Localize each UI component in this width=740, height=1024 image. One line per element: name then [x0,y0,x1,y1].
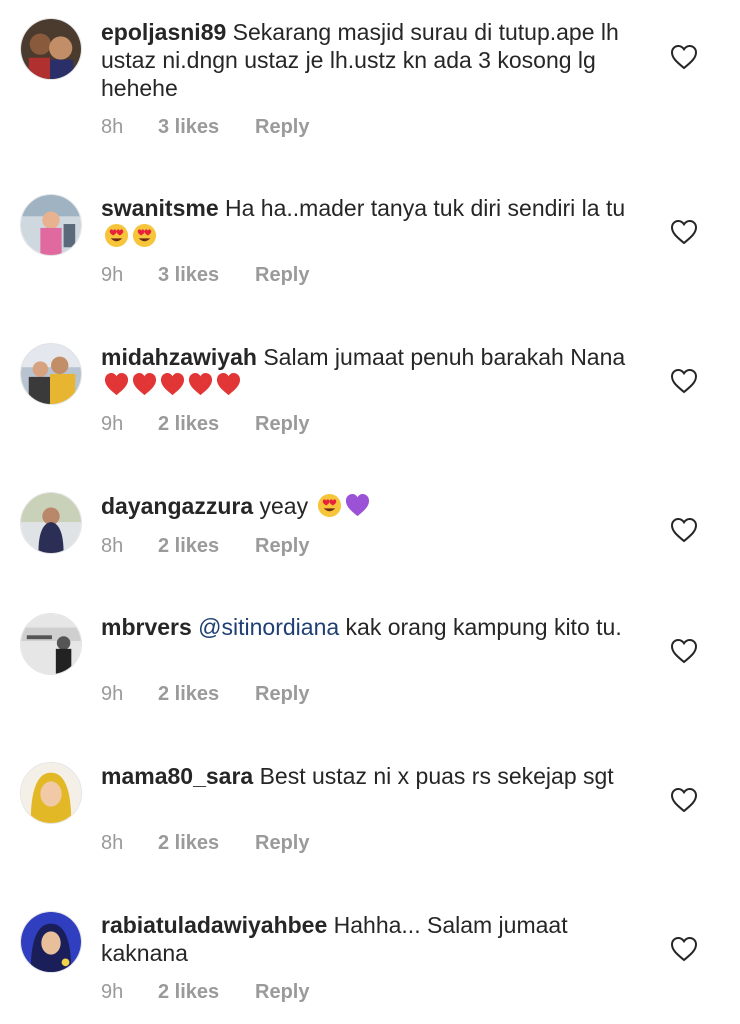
mention-link[interactable]: @sitinordiana [198,614,339,640]
avatar[interactable] [20,762,82,824]
username[interactable]: swanitsme [101,195,219,221]
comment-text: mbrvers @sitinordiana kak orang kampung … [101,613,631,641]
likes-count[interactable]: 2 likes [158,413,255,436]
username[interactable]: mama80_sara [101,763,253,789]
comment-meta: 9h 2 likes Reply [101,683,309,706]
avatar[interactable] [20,911,82,973]
likes-count[interactable]: 3 likes [158,116,255,139]
timestamp: 9h [101,413,124,435]
heart-outline-icon[interactable] [670,44,698,70]
comment-meta: 9h 2 likes Reply [101,413,309,436]
comment-text: rabiatuladawiyahbee Hahha... Salam jumaa… [101,911,631,967]
comment-body: yeay [259,493,309,519]
comment-meta: 8h 3 likes Reply [101,116,309,139]
reply-button[interactable]: Reply [255,535,309,558]
red-heart-emoji [132,372,157,396]
timestamp: 8h [101,116,124,138]
username[interactable]: rabiatuladawiyahbee [101,912,327,938]
likes-count[interactable]: 2 likes [158,832,255,855]
heart-outline-icon[interactable] [670,638,698,664]
reply-button[interactable]: Reply [255,832,309,855]
reply-button[interactable]: Reply [255,413,309,436]
avatar[interactable] [20,18,82,80]
avatar[interactable] [20,343,82,405]
heart-outline-icon[interactable] [670,219,698,245]
red-heart-emoji [216,372,241,396]
heart-eyes-emoji [318,493,342,518]
comment-meta: 8h 2 likes Reply [101,832,309,855]
avatar[interactable] [20,613,82,675]
heart-outline-icon[interactable] [670,936,698,962]
red-heart-emoji [104,372,129,396]
comment-body: Salam jumaat penuh barakah Nana [263,344,626,370]
timestamp: 8h [101,535,124,557]
reply-button[interactable]: Reply [255,116,309,139]
likes-count[interactable]: 3 likes [158,264,255,287]
timestamp: 9h [101,683,124,705]
heart-outline-icon[interactable] [670,787,698,813]
reply-button[interactable]: Reply [255,264,309,287]
heart-outline-icon[interactable] [670,368,698,394]
timestamp: 9h [101,264,124,286]
comment-text: mama80_sara Best ustaz ni x puas rs seke… [101,762,631,790]
reply-button[interactable]: Reply [255,981,309,1004]
comment-body: Best ustaz ni x puas rs sekejap sgt [259,763,614,789]
comment-meta: 8h 2 likes Reply [101,535,309,558]
avatar[interactable] [20,492,82,554]
comment-text: midahzawiyah Salam jumaat penuh barakah … [101,343,631,399]
comment-body: Ha ha..mader tanya tuk diri sendiri la t… [225,195,626,221]
comment-body: kak orang kampung kito tu. [345,614,622,640]
heart-eyes-emoji [104,223,129,248]
reply-button[interactable]: Reply [255,683,309,706]
purple-heart-emoji [346,493,370,517]
heart-eyes-emoji [132,223,157,248]
timestamp: 8h [101,832,124,854]
red-heart-emoji [188,372,213,396]
red-heart-emoji [160,372,185,396]
comment-text: epoljasni89 Sekarang masjid surau di tut… [101,18,631,102]
comment-meta: 9h 2 likes Reply [101,981,309,1004]
username[interactable]: midahzawiyah [101,344,257,370]
timestamp: 9h [101,981,124,1003]
comment-text: swanitsme Ha ha..mader tanya tuk diri se… [101,194,631,250]
username[interactable]: epoljasni89 [101,19,226,45]
heart-outline-icon[interactable] [670,517,698,543]
comment-meta: 9h 3 likes Reply [101,264,309,287]
likes-count[interactable]: 2 likes [158,535,255,558]
avatar[interactable] [20,194,82,256]
likes-count[interactable]: 2 likes [158,981,255,1004]
comment-text: dayangazzura yeay [101,492,631,520]
likes-count[interactable]: 2 likes [158,683,255,706]
username[interactable]: mbrvers [101,614,192,640]
username[interactable]: dayangazzura [101,493,253,519]
